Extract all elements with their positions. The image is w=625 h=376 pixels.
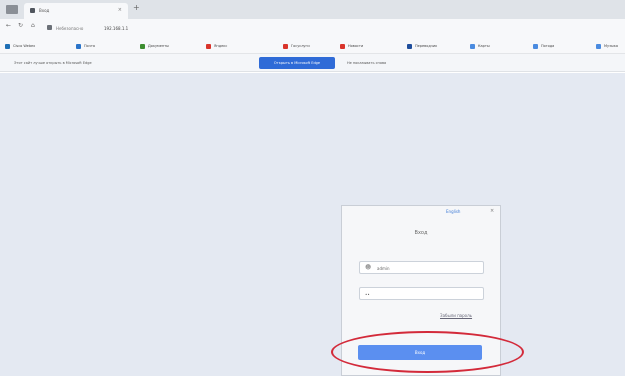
bookmark-label: Карты [478,44,490,48]
close-icon[interactable]: × [490,208,494,214]
tab-favicon-icon [30,8,35,13]
login-heading: Вход [414,230,428,236]
bookmark-item[interactable]: Яндекс [206,43,227,49]
bookmark-label: Переводчик [415,44,438,48]
bookmark-item[interactable]: Погода [533,43,554,49]
bookmark-item[interactable]: Новости [340,43,363,49]
security-indicator-icon[interactable] [47,25,52,30]
open-in-edge-button[interactable]: Открыть в Microsoft Edge [259,57,335,69]
password-field[interactable]: •• [359,287,484,300]
bookmark-item[interactable]: Музыка [596,43,618,49]
info-bar: Этот сайт лучше открыть в Microsoft Edge… [0,54,625,72]
bookmark-favicon-icon [340,43,345,49]
login-button[interactable]: Вход [358,345,482,360]
tab-title: Вход [39,8,50,13]
bookmark-favicon-icon [76,43,81,49]
browser-tab[interactable]: Вход × [24,3,128,19]
bookmarks-bar: Cisco Webex Почта Документы Яндекс Госуслуги… [0,37,625,54]
user-icon: ☻ [365,264,372,271]
bookmark-label: Документы [148,44,169,48]
bookmark-favicon-icon [206,43,211,49]
bookmark-favicon-icon [140,43,145,49]
home-icon[interactable]: ⌂ [31,23,35,29]
bookmark-label: Госуслуги [291,44,310,48]
bookmark-favicon-icon [533,43,538,49]
url-security-label[interactable]: Небезопасно [56,26,83,31]
tab-bar: Вход × + [0,0,625,19]
reload-icon[interactable]: ↻ [18,23,23,29]
bookmark-label: Яндекс [214,44,228,48]
new-tab-icon[interactable]: + [133,4,140,12]
bookmark-item[interactable]: Карты [470,43,490,49]
bookmark-item[interactable]: Переводчик [407,43,437,49]
bookmark-item[interactable]: Госуслуги [283,43,310,49]
password-value: •• [365,292,370,297]
back-icon[interactable]: ← [6,23,11,29]
tab-close-icon[interactable]: × [118,7,122,13]
bookmark-item[interactable]: Почта [76,43,95,49]
bookmark-label: Погода [541,44,555,48]
bookmark-favicon-icon [596,43,601,49]
forgot-password-link[interactable]: Забыли пароль [440,313,472,318]
bookmark-label: Новости [348,44,364,48]
bookmark-label: Почта [84,44,96,48]
bookmark-label: Музыка [604,44,618,48]
bookmark-favicon-icon [470,43,475,49]
username-field[interactable]: ☻ admin [359,261,484,274]
username-value: admin [377,266,390,271]
info-bar-message: Этот сайт лучше открыть в Microsoft Edge [14,61,92,65]
address-bar: ← ↻ ⌂ Небезопасно 192.168.1.1 [0,19,625,37]
bookmark-favicon-icon [407,43,412,49]
login-dialog: English × Вход ☻ admin •• Забыли пароль … [341,205,501,376]
bookmark-favicon-icon [5,43,10,49]
tab-actions-icon[interactable] [6,5,18,14]
bookmark-label: Cisco Webex [13,44,36,48]
page-content [0,73,625,376]
url-input[interactable]: 192.168.1.1 [104,26,128,31]
language-link[interactable]: English [446,209,460,214]
bookmark-item[interactable]: Документы [140,43,169,49]
dont-show-again-link[interactable]: Не показывать снова [347,61,386,65]
bookmark-favicon-icon [283,43,288,49]
bookmark-item[interactable]: Cisco Webex [5,43,35,49]
